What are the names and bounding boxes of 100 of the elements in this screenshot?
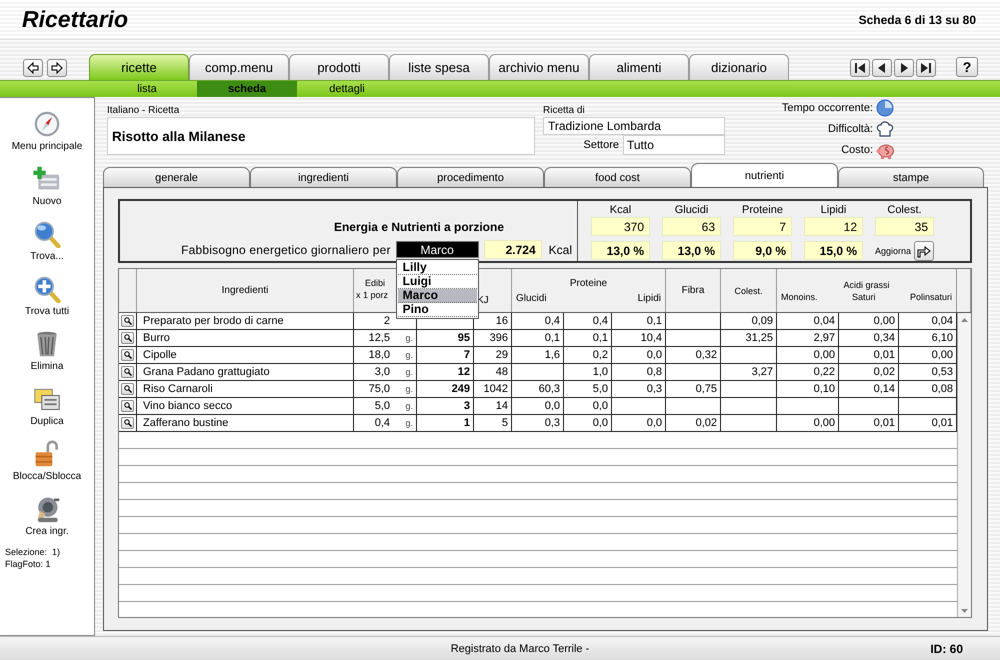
kcal-field: 2.724 xyxy=(484,240,542,259)
nutrient-value: 7 xyxy=(733,217,792,236)
zoom-button[interactable] xyxy=(121,383,134,395)
column-header: Edibi xyxy=(364,278,386,288)
sector-field[interactable]: Tutto xyxy=(623,135,725,155)
field-label: Ricetta di xyxy=(543,105,586,117)
section-tab[interactable]: ingredienti xyxy=(250,167,397,187)
author-field[interactable]: Tradizione Lombarda xyxy=(543,117,725,135)
zoom-button[interactable] xyxy=(121,400,134,412)
column-header: Acidi grassi xyxy=(842,280,890,290)
section-tab[interactable]: stampe xyxy=(838,167,984,187)
table-cell: 0,2 xyxy=(564,347,612,363)
main-tab[interactable]: alimenti xyxy=(589,54,689,80)
table-cell: 0,3 xyxy=(612,381,666,397)
table-cell: 3 xyxy=(417,398,474,414)
sub-tab[interactable]: lista xyxy=(97,81,197,97)
person-select[interactable]: Marco xyxy=(396,241,479,258)
refresh-label: Aggiorna xyxy=(875,246,912,256)
nutrient-percent: 13,0 % xyxy=(591,241,650,260)
menu-item[interactable]: Luigi xyxy=(398,275,477,289)
sidebar-button[interactable]: Nuovo xyxy=(0,153,94,208)
table-cell: 60,3 xyxy=(512,381,564,397)
table-cell: 48 xyxy=(474,364,512,380)
table-cell: 1,0 xyxy=(564,364,612,380)
section-tab[interactable]: food cost xyxy=(544,167,691,187)
table-cell: 16 xyxy=(474,313,512,329)
sidebar-button[interactable]: Blocca/Sblocca xyxy=(0,428,94,483)
main-tab[interactable]: comp.menu xyxy=(189,54,289,80)
table-cell: 0,00 xyxy=(777,415,839,431)
section-tab[interactable]: generale xyxy=(103,167,250,187)
nutrient-label: Colest. xyxy=(886,204,923,217)
scroll-down-icon[interactable] xyxy=(961,608,968,612)
table-cell: 2,97 xyxy=(777,330,839,346)
search-icon xyxy=(124,368,132,376)
amount-value: 75,0 xyxy=(368,382,390,397)
forward-button[interactable] xyxy=(47,59,67,77)
table-cell: 0,3 xyxy=(512,415,564,431)
back-button[interactable] xyxy=(23,59,43,77)
first-record-button[interactable] xyxy=(850,59,870,77)
table-cell: 0,34 xyxy=(839,330,899,346)
main-tab[interactable]: archivio menu xyxy=(489,54,589,80)
nutrient-label: Glucidi xyxy=(674,204,710,217)
sidebar-button[interactable]: Crea ingr. xyxy=(0,483,94,538)
column-header: Ingredienti xyxy=(222,285,268,296)
main-tab[interactable]: ricette xyxy=(89,54,189,80)
sidebar-button[interactable]: Trova... xyxy=(0,208,94,263)
record-id: ID: 60 xyxy=(930,642,963,656)
ingredient-name: Preparato per brodo di carne xyxy=(137,313,354,329)
table-cell: 0,0 xyxy=(612,347,666,363)
amount-value: 2 xyxy=(384,314,390,329)
table-cell: 0,1 xyxy=(564,330,612,346)
refresh-button[interactable] xyxy=(914,241,934,261)
nutrient-percent: 15,0 % xyxy=(804,241,863,260)
table-cell: 0,01 xyxy=(839,347,899,363)
table-cell: 0,02 xyxy=(839,364,899,380)
table-cell: 0,0 xyxy=(612,415,666,431)
arrow-left-icon xyxy=(27,62,39,74)
section-tab[interactable]: nutrienti xyxy=(691,163,838,187)
table-cell: 0,75 xyxy=(666,381,721,397)
sidebar-button[interactable]: Menu principale xyxy=(0,98,94,153)
skip-back-icon xyxy=(854,62,866,74)
recipe-name-field[interactable]: Risotto alla Milanese xyxy=(107,117,535,155)
ingredient-name: Vino bianco secco xyxy=(137,398,354,414)
table-cell: 29 xyxy=(474,347,512,363)
column-header: Proteine xyxy=(568,278,608,288)
sidebar-button[interactable]: Trova tutti xyxy=(0,263,94,318)
last-record-button[interactable] xyxy=(916,59,936,77)
nutrient-label: Lipidi xyxy=(820,204,848,217)
table-cell: 5,0 xyxy=(564,381,612,397)
amount-value: 3,0 xyxy=(374,365,390,380)
sidebar-button[interactable]: Elimina xyxy=(0,318,94,373)
scrollbar[interactable] xyxy=(957,313,971,617)
zoom-button[interactable] xyxy=(121,366,134,378)
help-button[interactable]: ? xyxy=(956,57,978,77)
table-cell: 0,04 xyxy=(777,313,839,329)
field-label: Fabbisogno energetico giornaliero per xyxy=(181,242,391,256)
zoom-button[interactable] xyxy=(121,315,134,327)
next-record-button[interactable] xyxy=(894,59,914,77)
zoom-button[interactable] xyxy=(121,332,134,344)
main-tab[interactable]: prodotti xyxy=(289,54,389,80)
main-tab[interactable]: dizionario xyxy=(689,54,789,80)
sub-tab[interactable]: scheda xyxy=(197,81,297,97)
main-tab[interactable]: liste spesa xyxy=(389,54,489,80)
previous-record-button[interactable] xyxy=(872,59,892,77)
sidebar-button[interactable]: Duplica xyxy=(0,373,94,428)
section-tab[interactable]: procedimento xyxy=(397,167,544,187)
ingredient-name: Riso Carnaroli xyxy=(137,381,354,397)
menu-item[interactable]: Lilly xyxy=(398,261,477,275)
sub-tab[interactable]: dettagli xyxy=(297,81,397,97)
zoom-button[interactable] xyxy=(121,417,134,429)
menu-item[interactable]: Pino xyxy=(398,303,477,317)
amount-value: 18,0 xyxy=(368,348,390,363)
column-header: Colest. xyxy=(734,286,762,296)
field-label: Settore xyxy=(582,139,620,151)
scroll-up-icon[interactable] xyxy=(961,318,968,322)
zoom-button[interactable] xyxy=(121,349,134,361)
menu-item[interactable]: Marco xyxy=(398,289,477,303)
search-icon xyxy=(124,334,132,342)
table-cell: 396 xyxy=(474,330,512,346)
table-cell: 0,0 xyxy=(564,398,612,414)
